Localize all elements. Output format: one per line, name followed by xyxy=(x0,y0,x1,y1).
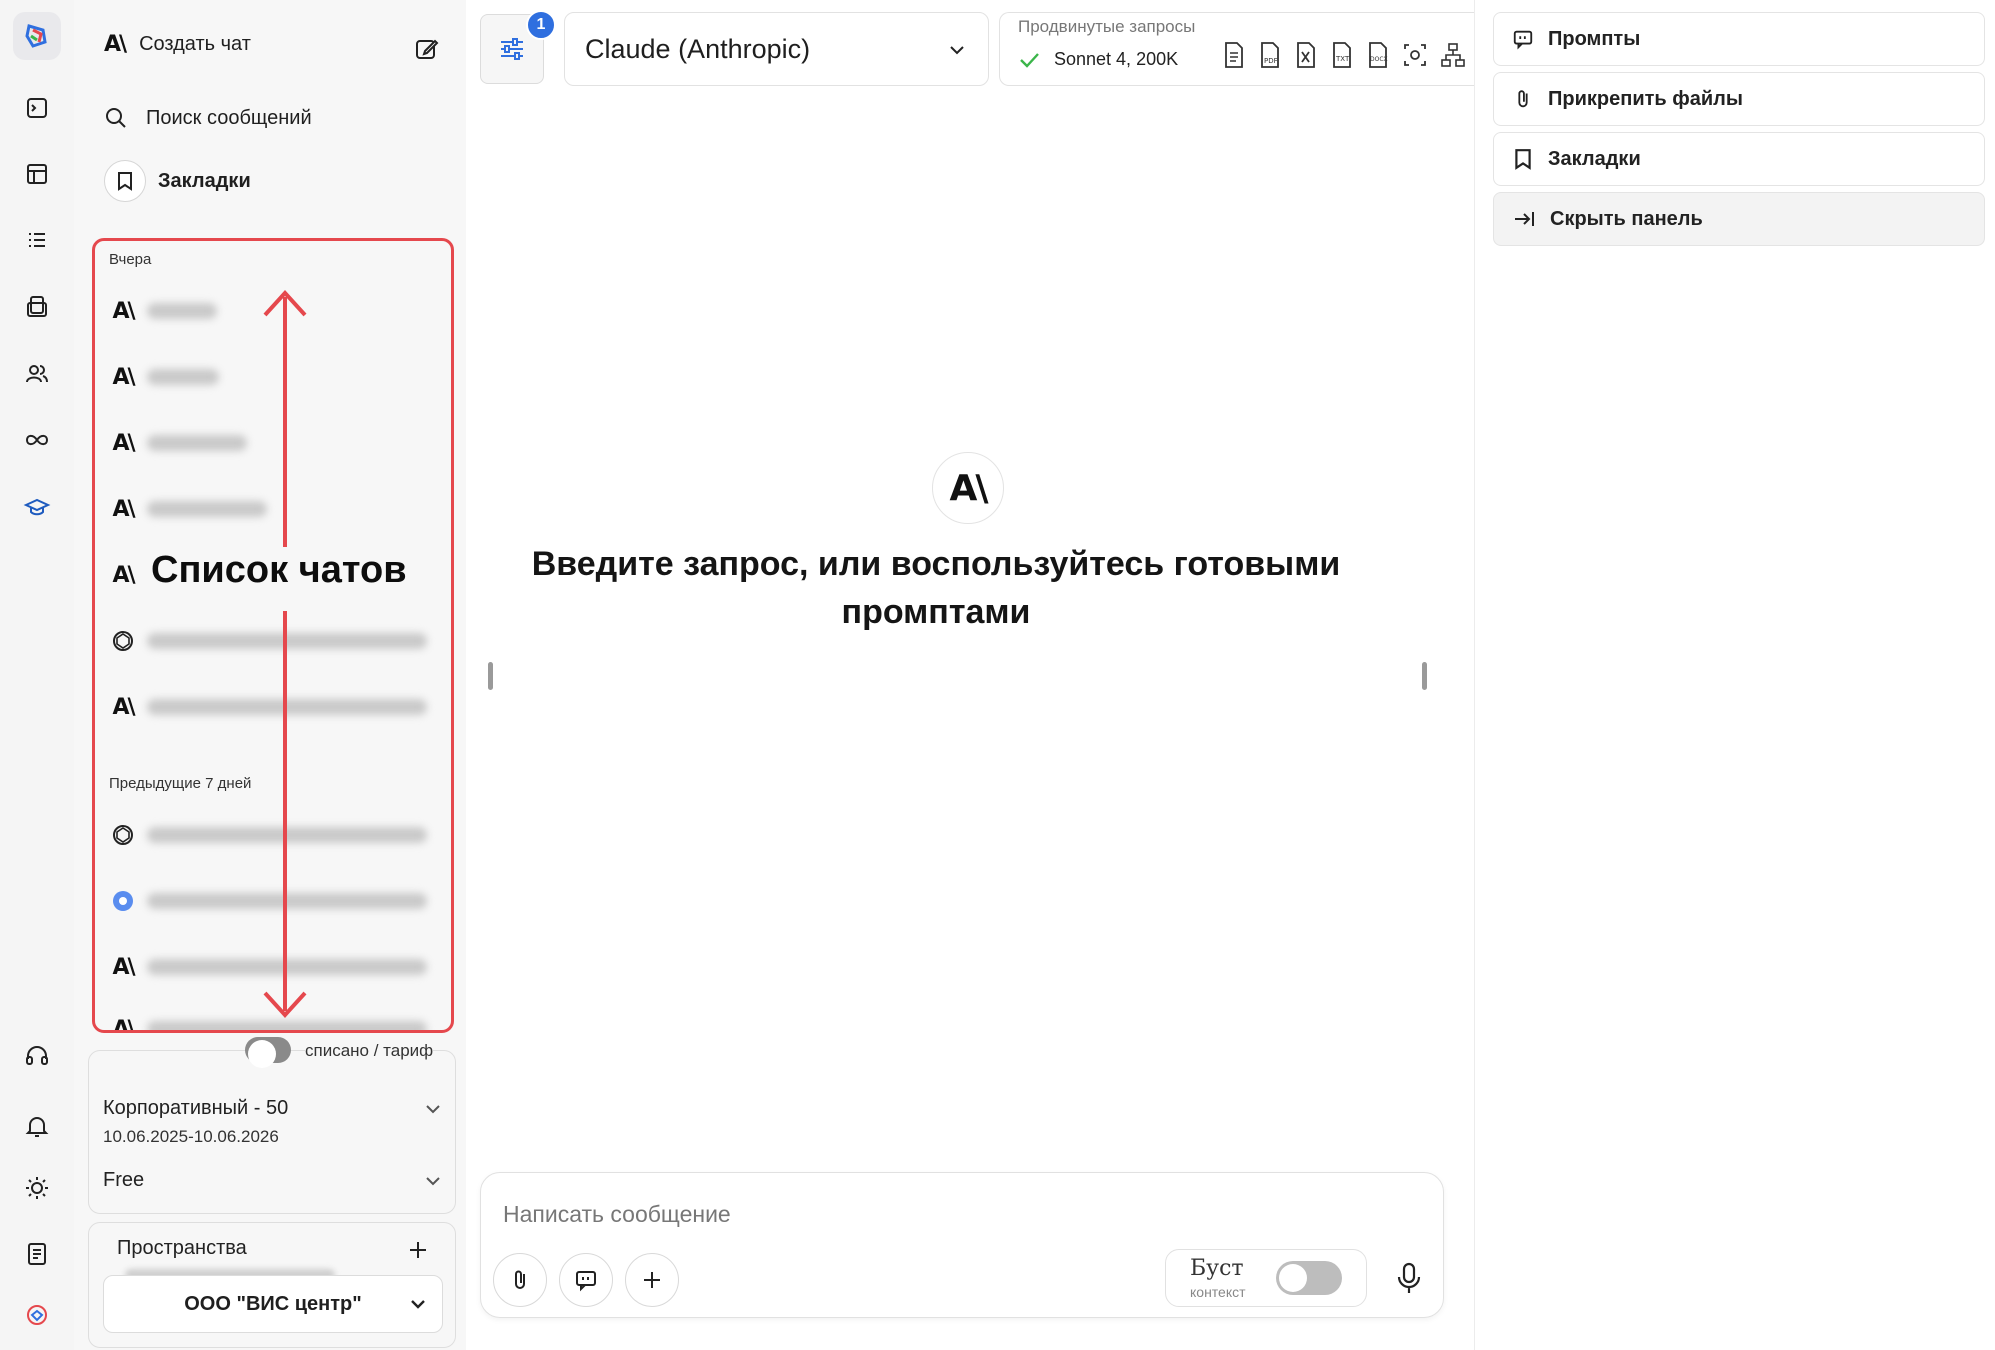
spaces-card: Пространства ООО "ВИС центр" xyxy=(88,1222,456,1348)
theme-sun-icon[interactable] xyxy=(13,1164,61,1212)
chevron-down-icon xyxy=(411,1300,425,1309)
welcome-message: Введите запрос, или воспользуйтесь готов… xyxy=(531,545,1341,631)
svg-text:TXT: TXT xyxy=(1335,55,1350,63)
education-icon[interactable] xyxy=(13,483,61,531)
edit-icon[interactable] xyxy=(414,36,440,62)
hide-panel-button[interactable]: Скрыть панель xyxy=(1493,192,1985,246)
anthropic-logo-icon: A\ xyxy=(104,32,127,57)
resize-handle-right[interactable] xyxy=(1422,662,1427,690)
paperclip-icon xyxy=(515,1270,525,1289)
capability-icons: PDF TXT DOCX xyxy=(1222,41,1466,69)
right-panel: Промпты Прикрепить файлы Закладки Скрыть… xyxy=(1474,0,1995,1350)
prompt-icon xyxy=(576,1271,596,1292)
bookmarks-panel-button[interactable]: Закладки xyxy=(1493,132,1985,186)
spaces-title: Пространства xyxy=(117,1237,247,1259)
hide-panel-label: Скрыть панель xyxy=(1550,207,1703,230)
boost-sublabel: контекст xyxy=(1190,1284,1246,1300)
bookmarks-button[interactable]: Закладки xyxy=(104,160,251,202)
plan-name[interactable]: Корпоративный - 50 xyxy=(103,1097,288,1120)
anthropic-logo-icon: A\ xyxy=(932,452,1004,524)
chevron-down-icon xyxy=(950,46,964,55)
create-chat-label: Создать чат xyxy=(139,33,251,55)
prompt-icon xyxy=(1513,30,1533,50)
space-selected-value: ООО "ВИС центр" xyxy=(184,1292,362,1315)
model-select[interactable]: Claude (Anthropic) xyxy=(564,12,989,86)
search-messages[interactable]: Поиск сообщений xyxy=(104,106,312,130)
list-icon[interactable] xyxy=(13,216,61,264)
bookmark-icon xyxy=(104,160,146,202)
prompts-panel-label: Промпты xyxy=(1548,27,1641,50)
text-file-icon xyxy=(1225,42,1243,68)
svg-text:PDF: PDF xyxy=(1264,57,1278,65)
add-space-icon[interactable] xyxy=(407,1239,429,1261)
microphone-icon[interactable] xyxy=(1395,1261,1423,1297)
scroll-annotation-arrow xyxy=(263,290,307,1018)
txt-file-icon: TXT xyxy=(1333,42,1351,68)
sidebar: A\ Создать чат Поиск сообщений Закладки … xyxy=(74,0,466,1350)
paperclip-icon xyxy=(1518,90,1528,108)
check-icon xyxy=(1020,53,1039,68)
prompts-button[interactable] xyxy=(559,1253,613,1307)
svg-text:DOCX: DOCX xyxy=(1370,56,1388,63)
bookmarks-panel-label: Закладки xyxy=(1548,147,1641,170)
search-label: Поиск сообщений xyxy=(146,106,312,129)
icon-rail xyxy=(0,0,74,1350)
resize-handle-left[interactable] xyxy=(488,662,493,690)
main-area: 1 Claude (Anthropic) Продвинутые запросы… xyxy=(466,0,1474,1350)
chat-list: Вчера A\ A\ A\ A\ A\ A\ Предыдущие 7 дне… xyxy=(92,238,454,1033)
plus-icon xyxy=(644,1272,660,1288)
tariff-toggle[interactable] xyxy=(245,1037,291,1068)
terminal-icon[interactable] xyxy=(13,84,61,132)
boost-label: Буст xyxy=(1190,1256,1244,1281)
tariff-card: списано / тариф Корпоративный - 50 10.06… xyxy=(88,1037,456,1214)
chevron-down-icon[interactable] xyxy=(425,1175,441,1187)
users-icon[interactable] xyxy=(13,350,61,398)
annotation-label: Список чатов xyxy=(145,549,413,592)
add-button[interactable] xyxy=(625,1253,679,1307)
model-selected-value: Claude (Anthropic) xyxy=(585,33,811,64)
docx-file-icon: DOCX xyxy=(1369,42,1388,68)
headset-icon[interactable] xyxy=(13,1032,61,1080)
app-logo-icon[interactable] xyxy=(13,12,61,60)
space-select[interactable]: ООО "ВИС центр" xyxy=(103,1275,443,1333)
infinity-icon[interactable] xyxy=(13,416,61,464)
collapse-right-icon xyxy=(1515,212,1534,226)
attach-files-label: Прикрепить файлы xyxy=(1548,87,1743,110)
sliders-icon xyxy=(501,38,523,60)
bookmarks-label: Закладки xyxy=(158,169,251,192)
excel-file-icon xyxy=(1297,42,1315,68)
create-chat-button[interactable]: A\ Создать чат xyxy=(104,32,444,59)
notes-icon[interactable] xyxy=(13,1230,61,1278)
documents-icon[interactable] xyxy=(13,283,61,331)
free-plan[interactable]: Free xyxy=(103,1169,144,1192)
tariff-toggle-label: списано / тариф xyxy=(305,1041,434,1061)
bookmark-icon xyxy=(1515,149,1531,170)
advanced-label: Продвинутые запросы xyxy=(1018,17,1196,36)
bell-icon[interactable] xyxy=(13,1102,61,1150)
diagram-icon xyxy=(1441,43,1465,67)
chevron-down-icon[interactable] xyxy=(425,1103,441,1115)
pdf-search-icon: PDF xyxy=(1261,42,1279,68)
attach-files-button[interactable]: Прикрепить файлы xyxy=(1493,72,1985,126)
boost-context-control: Буст контекст xyxy=(1165,1249,1367,1307)
brand-logo-icon xyxy=(13,1292,61,1340)
search-icon xyxy=(106,108,126,128)
settings-badge: 1 xyxy=(526,10,556,40)
table-icon[interactable] xyxy=(13,150,61,198)
message-input[interactable]: Написать сообщение xyxy=(503,1201,731,1228)
prompts-panel-button[interactable]: Промпты xyxy=(1493,12,1985,66)
attach-button[interactable] xyxy=(493,1253,547,1307)
boost-toggle[interactable] xyxy=(1276,1261,1342,1295)
message-composer: Написать сообщение Буст контекст xyxy=(480,1172,1444,1318)
plan-dates: 10.06.2025-10.06.2026 xyxy=(103,1127,279,1146)
image-recognition-icon xyxy=(1404,44,1426,66)
advanced-value: Sonnet 4, 200K xyxy=(1054,49,1179,69)
advanced-requests[interactable]: Продвинутые запросы Sonnet 4, 200K PDF T… xyxy=(999,12,1474,86)
